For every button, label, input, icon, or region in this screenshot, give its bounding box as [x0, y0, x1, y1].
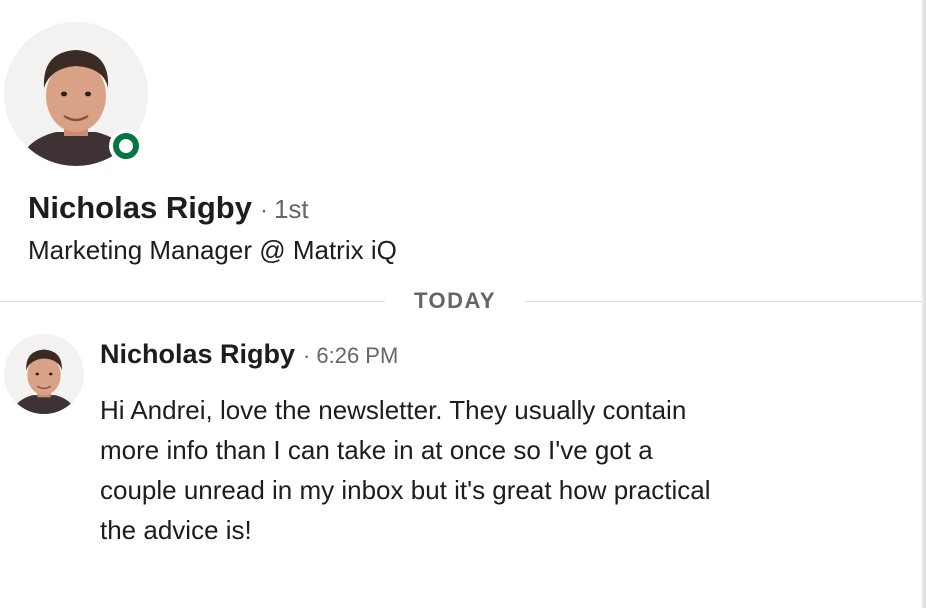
person-photo-icon — [4, 334, 84, 414]
separator-dot: · — [303, 343, 311, 368]
message-sender-avatar[interactable] — [4, 334, 84, 414]
divider-line-right — [525, 301, 922, 302]
message-sender-name[interactable]: Nicholas Rigby — [100, 339, 295, 369]
profile-name-row: Nicholas Rigby · 1st — [28, 188, 309, 234]
message-line: Hi Andrei, love the newsletter. They usu… — [100, 395, 687, 425]
message-line: the advice is! — [100, 515, 252, 545]
date-divider-label: TODAY — [413, 288, 497, 313]
profile-headline: Marketing Manager @ Matrix iQ — [28, 235, 397, 265]
separator-dot: · — [259, 197, 268, 224]
message-line: couple unread in my inbox but it's great… — [100, 475, 711, 505]
divider-line-left — [0, 301, 385, 302]
connection-degree: 1st — [273, 194, 309, 224]
window-edge — [922, 0, 926, 608]
message-timestamp: 6:26 PM — [316, 343, 399, 368]
message-header: Nicholas Rigby · 6:26 PM — [100, 336, 398, 377]
message-body: Hi Andrei, love the newsletter. They usu… — [100, 390, 820, 550]
online-status-icon — [109, 129, 143, 163]
message-line: more info than I can take in at once so … — [100, 435, 653, 465]
profile-name[interactable]: Nicholas Rigby — [28, 190, 252, 225]
